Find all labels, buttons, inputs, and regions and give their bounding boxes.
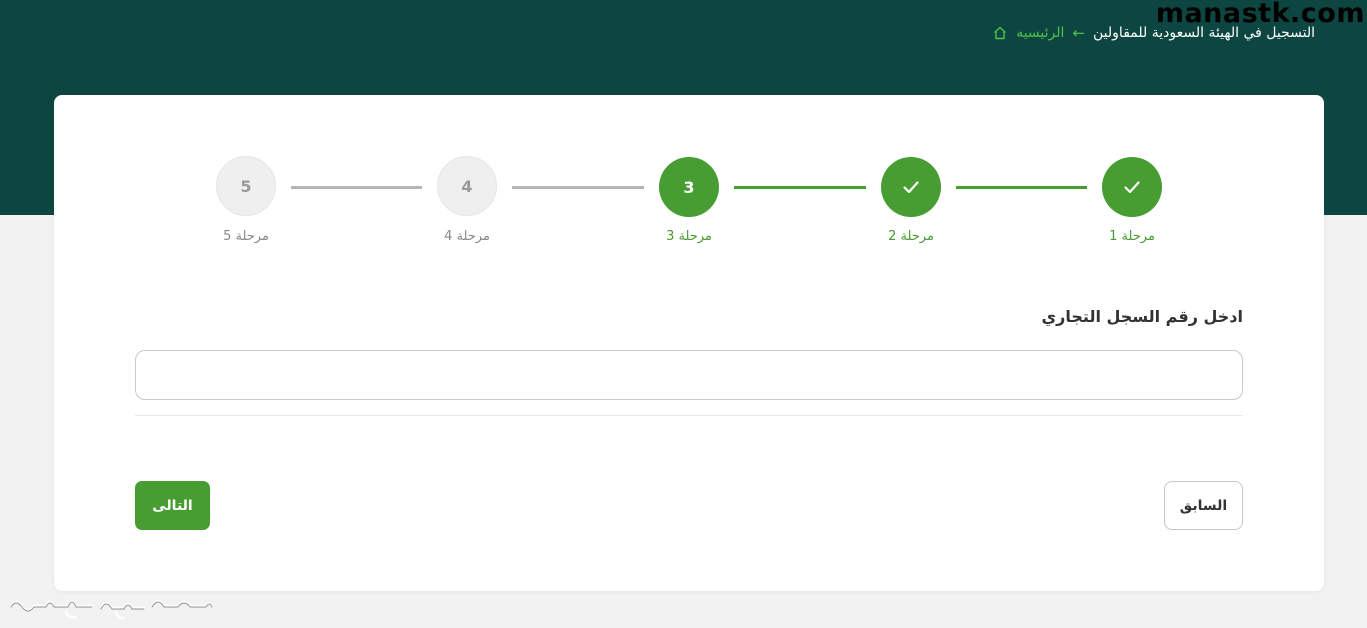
home-icon[interactable] — [992, 25, 1008, 41]
step-connector-4-5 — [291, 186, 422, 189]
step-2-label: مرحلة 2 — [888, 229, 934, 244]
step-connector-1-2 — [956, 186, 1087, 189]
step-5-circle: 5 — [216, 156, 276, 216]
step-1-circle — [1102, 157, 1162, 217]
check-icon — [903, 181, 919, 194]
form-divider — [135, 415, 1243, 416]
registration-card: مرحلة 1 مرحلة 2 3 مرحلة 3 4 مرحلة 4 5 مر… — [54, 95, 1324, 591]
breadcrumb-home-link[interactable]: الرئيسيه — [1016, 25, 1064, 41]
breadcrumb: الرئيسيه ← التسجيل في الهيئة السعودية لل… — [992, 22, 1315, 44]
step-3-number: 3 — [683, 177, 695, 197]
step-1-label: مرحلة 1 — [1109, 229, 1155, 244]
step-3-label: مرحلة 3 — [666, 229, 712, 244]
check-icon — [1124, 181, 1140, 194]
step-connector-3-4 — [512, 186, 644, 189]
cr-number-input[interactable] — [135, 350, 1243, 400]
previous-button[interactable]: السابق — [1164, 481, 1243, 530]
step-4-circle: 4 — [437, 156, 497, 216]
watermark-bottom-logo — [6, 586, 216, 624]
next-button[interactable]: التالى — [135, 481, 210, 530]
arrow-left-icon: ← — [1072, 24, 1086, 42]
step-2-circle — [881, 157, 941, 217]
cr-number-label: ادخل رقم السجل التجاري — [1041, 307, 1243, 326]
step-4-label: مرحلة 4 — [444, 229, 490, 244]
step-5-number: 5 — [240, 176, 252, 196]
step-5-label: مرحلة 5 — [223, 229, 269, 244]
step-connector-2-3 — [734, 186, 866, 189]
step-3-circle: 3 — [659, 157, 719, 217]
step-4-number: 4 — [461, 176, 473, 196]
breadcrumb-current: التسجيل في الهيئة السعودية للمقاولين — [1093, 25, 1315, 41]
